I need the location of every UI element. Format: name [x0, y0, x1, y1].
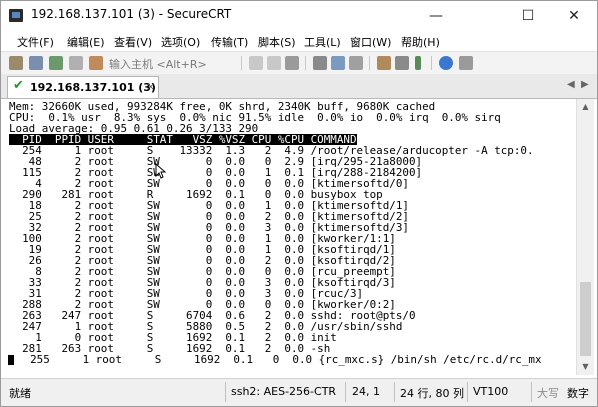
connect-tab-icon[interactable] [49, 56, 63, 70]
terminal-cursor [8, 355, 14, 365]
status-dimensions: 24 行, 80 列 [400, 387, 464, 400]
session-options-icon[interactable] [377, 56, 391, 70]
menu-file[interactable]: 文件(F) [17, 34, 54, 50]
menu-script[interactable]: 脚本(S) [258, 34, 296, 50]
toolbar-separator [431, 56, 432, 70]
paste-icon[interactable] [267, 56, 281, 70]
connect-icon[interactable] [9, 56, 23, 70]
menu-tools[interactable]: 工具(L) [304, 34, 341, 50]
quick-connect-icon[interactable] [29, 56, 43, 70]
status-divider [467, 382, 468, 402]
status-bar: 就绪 ssh2: AES-256-CTR 24, 1 24 行, 80 列 VT… [1, 378, 597, 406]
minimize-button[interactable]: — [413, 1, 459, 31]
scroll-up-icon[interactable]: ▲ [577, 99, 594, 115]
status-cursor-position: 24, 1 [352, 385, 380, 398]
app-icon [9, 9, 23, 22]
print-icon[interactable] [313, 56, 327, 70]
window-title: 192.168.137.101 (3) - SecureCRT [31, 7, 232, 21]
connected-check-icon: ✔ [13, 78, 24, 93]
menu-edit[interactable]: 编辑(E) [67, 34, 105, 50]
menu-window[interactable]: 窗口(W) [350, 34, 391, 50]
disconnect-icon[interactable] [89, 56, 103, 70]
quick-connect-input[interactable]: 输入主机 <Alt+R> [109, 56, 207, 72]
status-ready: 就绪 [9, 387, 31, 400]
status-divider [531, 382, 532, 402]
scroll-down-icon[interactable]: ▼ [577, 359, 594, 375]
about-icon[interactable] [459, 56, 473, 70]
log-session-icon[interactable] [331, 56, 345, 70]
sftp-icon[interactable] [349, 56, 363, 70]
key-icon[interactable] [415, 56, 421, 70]
menu-options[interactable]: 选项(O) [161, 34, 200, 50]
status-caps-lock: 大写 [537, 387, 559, 400]
toolbar: 输入主机 <Alt+R> [1, 51, 597, 75]
status-divider [394, 382, 395, 402]
menu-help[interactable]: 帮助(H) [401, 34, 440, 50]
scroll-thumb[interactable] [580, 282, 591, 356]
status-terminal-type: VT100 [473, 385, 509, 398]
copy-icon[interactable] [249, 56, 263, 70]
toolbar-separator [305, 56, 306, 70]
status-cipher: ssh2: AES-256-CTR [231, 385, 337, 398]
session-tab[interactable]: ✔ 192.168.137.101 (3) × [7, 76, 159, 98]
terminal-area[interactable]: Mem: 32660K used, 993284K free, 0K shrd,… [7, 101, 575, 375]
menu-bar: 文件(F) 编辑(E) 查看(V) 选项(O) 传输(T) 脚本(S) 工具(L… [1, 31, 597, 51]
session-tab-bar: ✔ 192.168.137.101 (3) × ◀ ▶ [1, 74, 597, 99]
status-divider [345, 382, 346, 402]
terminal-scrollbar[interactable]: ▲ ▼ [576, 99, 594, 375]
status-num-lock: 数字 [567, 387, 589, 400]
find-icon[interactable] [285, 56, 299, 70]
close-button[interactable]: ✕ [551, 1, 597, 31]
toolbar-separator [369, 56, 370, 70]
menu-view[interactable]: 查看(V) [114, 34, 152, 50]
mouse-pointer-icon [155, 163, 167, 179]
process-row: 255 1 root S 1692 0.1 0 0.0 {rc_mxc.s} /… [17, 353, 542, 366]
status-divider [225, 382, 226, 402]
tab-scroll-left-icon[interactable]: ◀ [567, 79, 575, 90]
menu-transfer[interactable]: 传输(T) [211, 34, 248, 50]
global-options-icon[interactable] [395, 56, 409, 70]
reconnect-icon[interactable] [69, 56, 83, 70]
maximize-button[interactable]: ☐ [505, 1, 551, 31]
tab-scroll-right-icon[interactable]: ▶ [581, 79, 589, 90]
tab-close-icon[interactable]: × [146, 80, 155, 93]
securecrt-window: 192.168.137.101 (3) - SecureCRT — ☐ ✕ 文件… [0, 0, 598, 407]
toolbar-separator [241, 56, 242, 70]
help-icon[interactable] [439, 56, 453, 70]
title-bar: 192.168.137.101 (3) - SecureCRT — ☐ ✕ [1, 1, 597, 31]
session-tab-label: 192.168.137.101 (3) [30, 81, 156, 94]
